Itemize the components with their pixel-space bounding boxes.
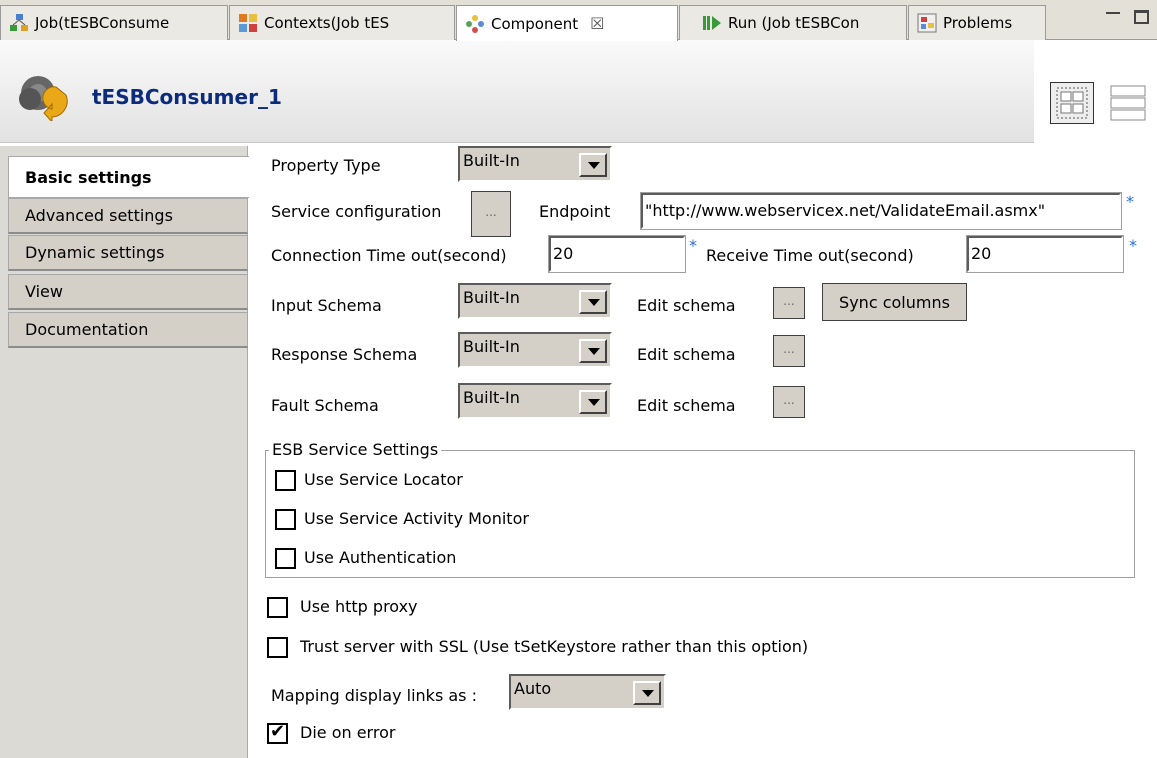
use-service-activity-monitor-label: Use Service Activity Monitor	[304, 509, 529, 528]
list-layout-button[interactable]	[1108, 82, 1148, 124]
die-on-error-label: Die on error	[300, 723, 396, 742]
tab-label: Run (Job tESBCon	[728, 14, 860, 32]
endpoint-required-marker: *	[1126, 192, 1134, 211]
fault-schema-label: Fault Schema	[271, 396, 379, 415]
chevron-down-icon	[579, 339, 607, 363]
run-icon	[702, 13, 722, 33]
trust-server-ssl-checkbox[interactable]	[267, 637, 288, 658]
sync-columns-button[interactable]: Sync columns	[822, 283, 967, 321]
contexts-icon	[238, 13, 258, 33]
nav-view[interactable]: View	[8, 274, 248, 310]
tab-contexts[interactable]: Contexts(Job tES	[229, 5, 455, 40]
response-schema-value: Built-In	[463, 337, 520, 356]
response-schema-select[interactable]: Built-In	[458, 332, 612, 368]
component-icon	[465, 14, 485, 34]
tab-job[interactable]: Job(tESBConsume	[0, 5, 228, 40]
fault-edit-schema-label: Edit schema	[637, 396, 736, 415]
response-edit-schema-button[interactable]: ...	[773, 335, 805, 367]
tab-run[interactable]: Run (Job tESBCon	[679, 5, 907, 40]
use-service-locator-checkbox[interactable]	[275, 470, 296, 491]
fault-schema-value: Built-In	[463, 388, 520, 407]
use-http-proxy-label: Use http proxy	[300, 597, 418, 616]
chevron-down-icon	[579, 390, 607, 414]
mapping-display-label: Mapping display links as :	[271, 686, 477, 705]
use-service-locator-label: Use Service Locator	[304, 470, 463, 489]
nav-documentation[interactable]: Documentation	[8, 312, 248, 348]
input-schema-label: Input Schema	[271, 296, 382, 315]
tab-label: Contexts(Job tES	[264, 14, 390, 32]
connection-timeout-input[interactable]: 20	[548, 235, 686, 273]
property-type-select[interactable]: Built-In	[458, 146, 612, 182]
grid-layout-button[interactable]	[1050, 82, 1094, 124]
property-type-label: Property Type	[271, 156, 381, 175]
use-authentication-checkbox[interactable]	[275, 548, 296, 569]
basic-settings-panel: Property Type Built-In Service configura…	[249, 146, 1157, 758]
editor-tab-bar: Job(tESBConsume Contexts(Job tES Compone…	[0, 0, 1157, 41]
input-schema-value: Built-In	[463, 288, 520, 307]
use-http-proxy-checkbox[interactable]	[267, 597, 288, 618]
mapping-display-value: Auto	[514, 679, 552, 698]
maximize-icon[interactable]	[1134, 10, 1149, 24]
esb-service-settings-title: ESB Service Settings	[269, 440, 442, 459]
mapping-display-select[interactable]: Auto	[509, 674, 666, 710]
input-schema-select[interactable]: Built-In	[458, 283, 612, 319]
component-title: tESBConsumer_1	[92, 85, 282, 109]
service-configuration-label: Service configuration	[271, 202, 442, 221]
component-header: tESBConsumer_1	[0, 40, 1157, 146]
header-band: tESBConsumer_1	[0, 40, 1034, 143]
component-gear-icon	[16, 73, 74, 124]
response-schema-label: Response Schema	[271, 345, 418, 364]
fault-edit-schema-button[interactable]: ...	[773, 386, 805, 418]
window-controls	[1106, 10, 1149, 24]
tab-problems[interactable]: Problems	[908, 5, 1046, 40]
die-on-error-checkbox[interactable]	[267, 721, 288, 744]
property-type-value: Built-In	[463, 151, 520, 170]
use-service-activity-monitor-checkbox[interactable]	[275, 509, 296, 530]
close-icon[interactable]: ☒	[590, 14, 604, 33]
job-icon	[9, 13, 29, 33]
receive-timeout-label: Receive Time out(second)	[706, 246, 914, 265]
receive-timeout-required-marker: *	[1129, 236, 1137, 255]
input-edit-schema-button[interactable]: ...	[773, 287, 805, 319]
receive-timeout-input[interactable]: 20	[966, 235, 1124, 273]
nav-basic-settings[interactable]: Basic settings	[8, 156, 249, 198]
connection-timeout-required-marker: *	[689, 236, 697, 255]
nav-dynamic-settings[interactable]: Dynamic settings	[8, 235, 248, 271]
settings-nav: Basic settings Advanced settings Dynamic…	[0, 146, 249, 758]
endpoint-input[interactable]: "http://www.webservicex.net/ValidateEmai…	[640, 192, 1122, 230]
connection-timeout-label: Connection Time out(second)	[271, 246, 507, 265]
use-authentication-label: Use Authentication	[304, 548, 457, 567]
chevron-down-icon	[579, 290, 607, 314]
response-edit-schema-label: Edit schema	[637, 345, 736, 364]
endpoint-label: Endpoint	[539, 202, 611, 221]
tab-label: Problems	[943, 14, 1013, 32]
input-edit-schema-label: Edit schema	[637, 296, 736, 315]
fault-schema-select[interactable]: Built-In	[458, 383, 612, 419]
trust-server-ssl-label: Trust server with SSL (Use tSetKeystore …	[300, 637, 809, 656]
nav-advanced-settings[interactable]: Advanced settings	[8, 198, 248, 234]
chevron-down-icon	[579, 153, 607, 177]
service-configuration-button[interactable]: ...	[471, 191, 511, 237]
minimize-icon[interactable]	[1106, 12, 1120, 18]
tab-label: Job(tESBConsume	[35, 14, 170, 32]
problems-icon	[917, 13, 937, 33]
chevron-down-icon	[633, 681, 661, 705]
tab-label: Component	[491, 14, 579, 33]
tab-component[interactable]: Component ☒	[456, 5, 678, 41]
